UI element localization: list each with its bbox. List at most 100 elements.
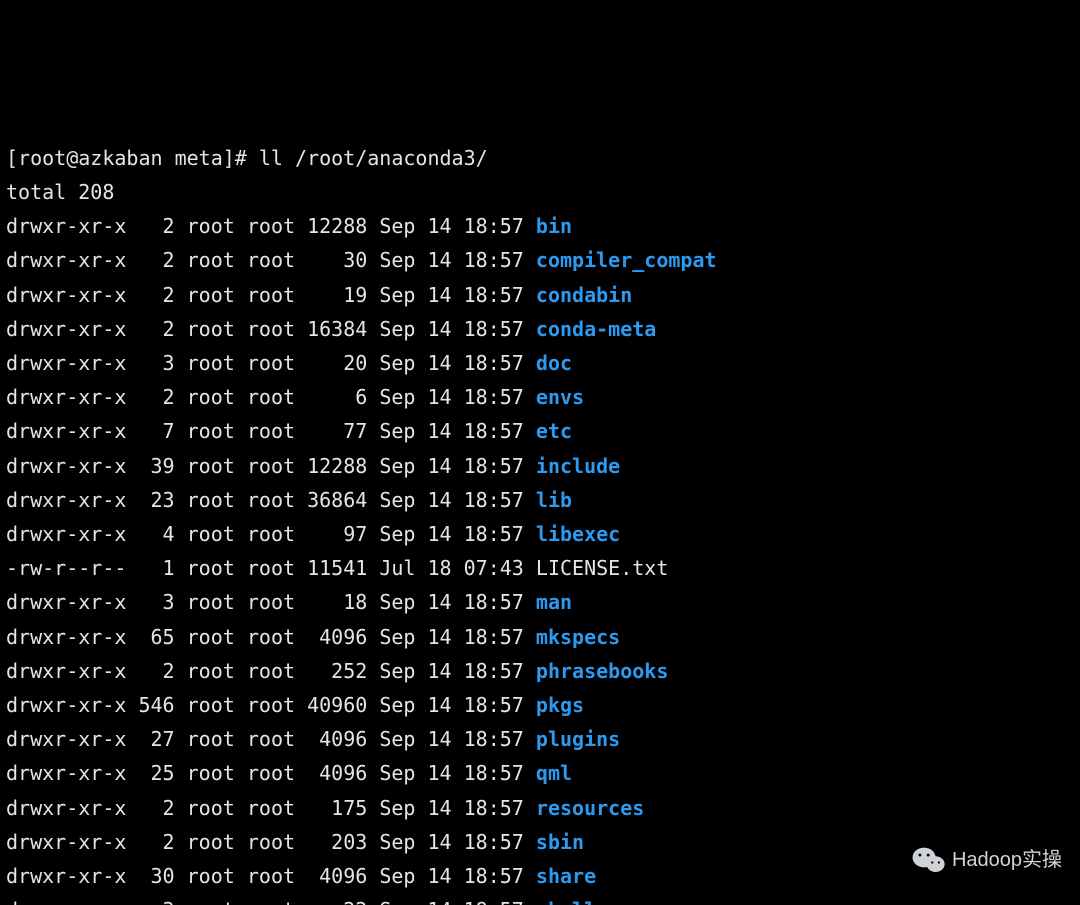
link-count: 2 [126, 248, 174, 272]
link-count: 3 [126, 590, 174, 614]
entry-name: phrasebooks [536, 659, 668, 683]
date-time: 18:57 [464, 693, 524, 717]
permissions: drwxr-xr-x [6, 419, 126, 443]
link-count: 4 [126, 522, 174, 546]
file-size: 175 [295, 796, 367, 820]
date-time: 18:57 [464, 727, 524, 751]
date-time: 18:57 [464, 317, 524, 341]
owner: root [187, 351, 235, 375]
date-day: 14 [428, 625, 452, 649]
date-month: Sep [379, 625, 415, 649]
entry-name: plugins [536, 727, 620, 751]
entry-name: mkspecs [536, 625, 620, 649]
permissions: drwxr-xr-x [6, 693, 126, 717]
date-day: 14 [428, 214, 452, 238]
date-day: 18 [428, 556, 452, 580]
group: root [247, 522, 295, 546]
prompt-line: [root@azkaban meta]# ll /root/anaconda3/ [6, 141, 1074, 175]
group: root [247, 590, 295, 614]
group: root [247, 625, 295, 649]
date-day: 14 [428, 727, 452, 751]
owner: root [187, 796, 235, 820]
date-day: 14 [428, 454, 452, 478]
permissions: drwxr-xr-x [6, 898, 126, 905]
owner: root [187, 419, 235, 443]
date-time: 18:57 [464, 419, 524, 443]
date-day: 14 [428, 351, 452, 375]
file-size: 77 [295, 419, 367, 443]
file-size: 4096 [295, 727, 367, 751]
permissions: drwxr-xr-x [6, 761, 126, 785]
owner: root [187, 625, 235, 649]
owner: root [187, 761, 235, 785]
owner: root [187, 317, 235, 341]
listing-row: drwxr-xr-x 4 root root 97 Sep 14 18:57 l… [6, 517, 1074, 551]
file-size: 18 [295, 590, 367, 614]
date-month: Jul [379, 556, 415, 580]
owner: root [187, 898, 235, 905]
link-count: 1 [126, 556, 174, 580]
terminal-output[interactable]: [root@azkaban meta]# ll /root/anaconda3/… [6, 141, 1074, 905]
permissions: drwxr-xr-x [6, 488, 126, 512]
permissions: drwxr-xr-x [6, 351, 126, 375]
watermark: Hadoop实操 [912, 843, 1062, 877]
listing-row: drwxr-xr-x 2 root root 16384 Sep 14 18:5… [6, 312, 1074, 346]
link-count: 2 [126, 317, 174, 341]
entry-name: conda-meta [536, 317, 656, 341]
file-size: 22 [295, 898, 367, 905]
link-count: 27 [126, 727, 174, 751]
listing-row: drwxr-xr-x 2 root root 252 Sep 14 18:57 … [6, 654, 1074, 688]
listing-row: drwxr-xr-x 39 root root 12288 Sep 14 18:… [6, 449, 1074, 483]
group: root [247, 351, 295, 375]
entry-name: envs [536, 385, 584, 409]
date-month: Sep [379, 761, 415, 785]
date-month: Sep [379, 659, 415, 683]
owner: root [187, 248, 235, 272]
listing-row: drwxr-xr-x 7 root root 77 Sep 14 18:57 e… [6, 414, 1074, 448]
owner: root [187, 214, 235, 238]
date-month: Sep [379, 317, 415, 341]
permissions: drwxr-xr-x [6, 214, 126, 238]
date-day: 14 [428, 419, 452, 443]
date-day: 14 [428, 590, 452, 614]
date-time: 18:57 [464, 659, 524, 683]
entry-name: pkgs [536, 693, 584, 717]
date-time: 18:57 [464, 454, 524, 478]
date-month: Sep [379, 385, 415, 409]
date-day: 14 [428, 522, 452, 546]
entry-name: qml [536, 761, 572, 785]
owner: root [187, 488, 235, 512]
entry-name: shell [536, 898, 596, 905]
entry-name: bin [536, 214, 572, 238]
permissions: drwxr-xr-x [6, 283, 126, 307]
date-month: Sep [379, 351, 415, 375]
date-time: 18:57 [464, 214, 524, 238]
link-count: 65 [126, 625, 174, 649]
owner: root [187, 864, 235, 888]
entry-name: man [536, 590, 572, 614]
date-month: Sep [379, 283, 415, 307]
permissions: drwxr-xr-x [6, 317, 126, 341]
file-size: 252 [295, 659, 367, 683]
group: root [247, 864, 295, 888]
listing-row: drwxr-xr-x 2 root root 19 Sep 14 18:57 c… [6, 278, 1074, 312]
group: root [247, 556, 295, 580]
date-time: 18:57 [464, 248, 524, 272]
group: root [247, 214, 295, 238]
date-month: Sep [379, 693, 415, 717]
link-count: 2 [126, 830, 174, 854]
listing-row: drwxr-xr-x 3 root root 20 Sep 14 18:57 d… [6, 346, 1074, 380]
permissions: drwxr-xr-x [6, 659, 126, 683]
date-month: Sep [379, 488, 415, 512]
listing-row: drwxr-xr-x 2 root root 12288 Sep 14 18:5… [6, 209, 1074, 243]
link-count: 3 [126, 351, 174, 375]
link-count: 3 [126, 898, 174, 905]
date-month: Sep [379, 898, 415, 905]
entry-name: include [536, 454, 620, 478]
file-size: 6 [295, 385, 367, 409]
listing-row: drwxr-xr-x 2 root root 6 Sep 14 18:57 en… [6, 380, 1074, 414]
owner: root [187, 727, 235, 751]
listing-row: drwxr-xr-x 23 root root 36864 Sep 14 18:… [6, 483, 1074, 517]
listing-row: drwxr-xr-x 2 root root 175 Sep 14 18:57 … [6, 791, 1074, 825]
owner: root [187, 693, 235, 717]
